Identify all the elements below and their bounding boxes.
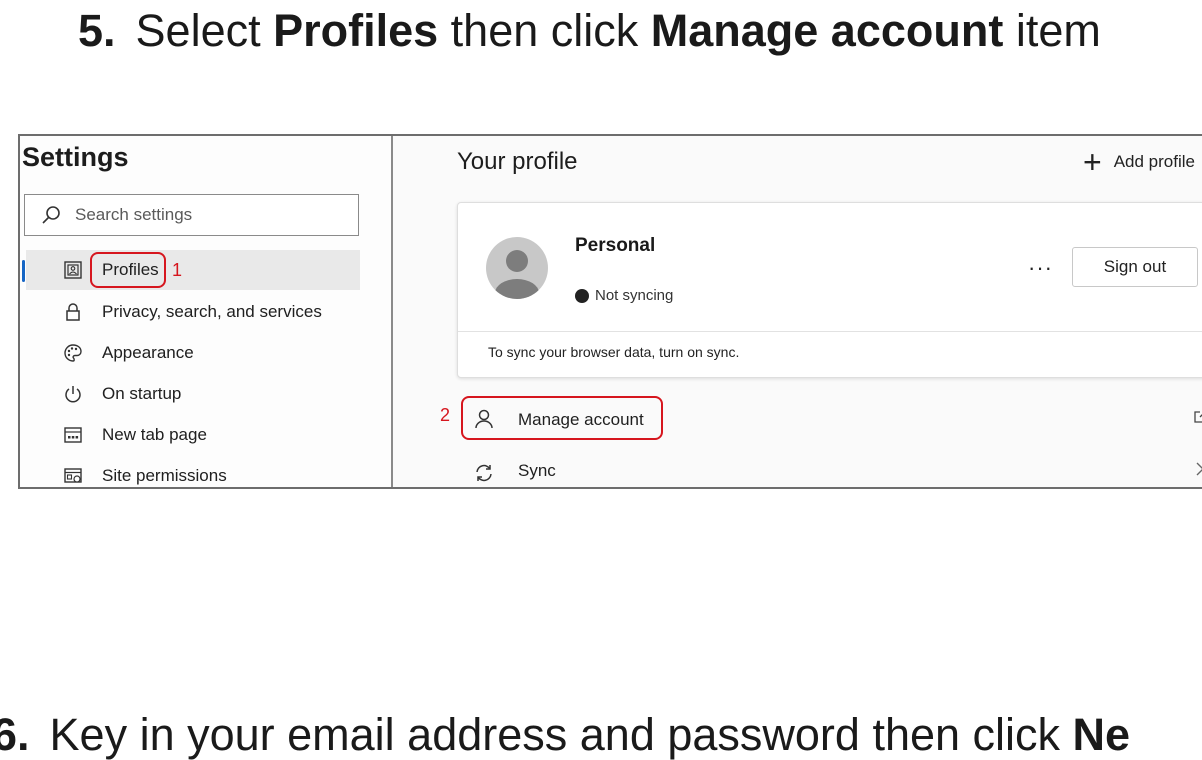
- annotation-number-1: 1: [172, 260, 183, 280]
- settings-title: Settings: [22, 142, 129, 172]
- sidebar-item-label: Appearance: [102, 343, 194, 362]
- sidebar-item-new-tab-page[interactable]: New tab page: [26, 415, 360, 455]
- sync-status-text: Not syncing: [595, 287, 674, 304]
- profile-name: Personal: [575, 235, 656, 256]
- page-title: Your profile: [457, 148, 578, 175]
- power-icon: [65, 386, 81, 403]
- sign-out-button[interactable]: Sign out: [1072, 247, 1198, 287]
- sync-item[interactable]: Sync: [463, 454, 1202, 487]
- profile-card: Personal Not syncing ··· Sign out To syn…: [457, 202, 1202, 378]
- sync-status: Not syncing: [575, 287, 673, 304]
- sidebar-item-on-startup[interactable]: On startup: [26, 374, 360, 414]
- highlight-circle-manage-account: [461, 396, 663, 440]
- add-profile-button[interactable]: + Add profile: [1083, 146, 1195, 178]
- sidebar-item-label: New tab page: [102, 425, 207, 444]
- profiles-emphasis: Profiles: [273, 5, 439, 56]
- sidebar-item-profiles[interactable]: Profiles 1: [22, 250, 360, 290]
- sidebar-item-label: Site permissions: [102, 466, 227, 485]
- new-tab-icon: [64, 427, 82, 443]
- settings-screenshot: Settings Search settings Profiles 1 Priv…: [18, 134, 1202, 489]
- sidebar-item-appearance[interactable]: Appearance: [26, 333, 360, 373]
- sidebar-item-label: Privacy, search, and services: [102, 302, 322, 321]
- divider: [458, 331, 1202, 332]
- sync-icon: [476, 464, 492, 482]
- manage-account-item[interactable]: Manage account 2: [440, 396, 1202, 440]
- highlight-circle-profiles: [90, 252, 166, 288]
- search-placeholder: Search settings: [75, 205, 193, 224]
- more-options-icon[interactable]: ···: [1028, 255, 1053, 281]
- search-input[interactable]: Search settings: [24, 194, 359, 236]
- sync-hint: To sync your browser data, turn on sync.: [488, 344, 740, 360]
- sync-off-icon: [575, 288, 589, 303]
- sidebar-item-privacy[interactable]: Privacy, search, and services: [26, 292, 360, 332]
- step-6-instruction: 6. Key in your email address and password…: [0, 712, 1130, 757]
- chevron-right-icon[interactable]: [1193, 461, 1202, 477]
- search-icon: [42, 206, 60, 224]
- site-permissions-icon: [64, 468, 82, 483]
- sidebar-item-site-permissions[interactable]: Site permissions: [26, 456, 360, 487]
- lock-icon: [66, 303, 80, 321]
- manage-account-emphasis: Manage account: [650, 5, 1004, 56]
- next-emphasis: Ne: [1072, 709, 1131, 760]
- palette-icon: [64, 344, 82, 362]
- settings-sidebar: Settings Search settings Profiles 1 Priv…: [20, 136, 393, 487]
- step-5-instruction: 5. Select Profiles then click Manage acco…: [78, 5, 1101, 56]
- annotation-number-2: 2: [440, 405, 451, 425]
- add-profile-label: Add profile: [1113, 152, 1195, 171]
- sync-label: Sync: [518, 461, 556, 480]
- step-number: 5.: [78, 5, 116, 56]
- sidebar-item-label: On startup: [102, 384, 182, 403]
- step-number: 6.: [0, 709, 30, 760]
- avatar: [486, 237, 548, 299]
- plus-icon: +: [1083, 144, 1102, 180]
- external-link-icon[interactable]: [1193, 408, 1202, 424]
- profile-panel: Your profile + Add profile Personal Not …: [393, 136, 1202, 487]
- person-silhouette-icon: [495, 250, 539, 299]
- active-indicator: [22, 260, 25, 282]
- profile-card-icon: [64, 261, 82, 279]
